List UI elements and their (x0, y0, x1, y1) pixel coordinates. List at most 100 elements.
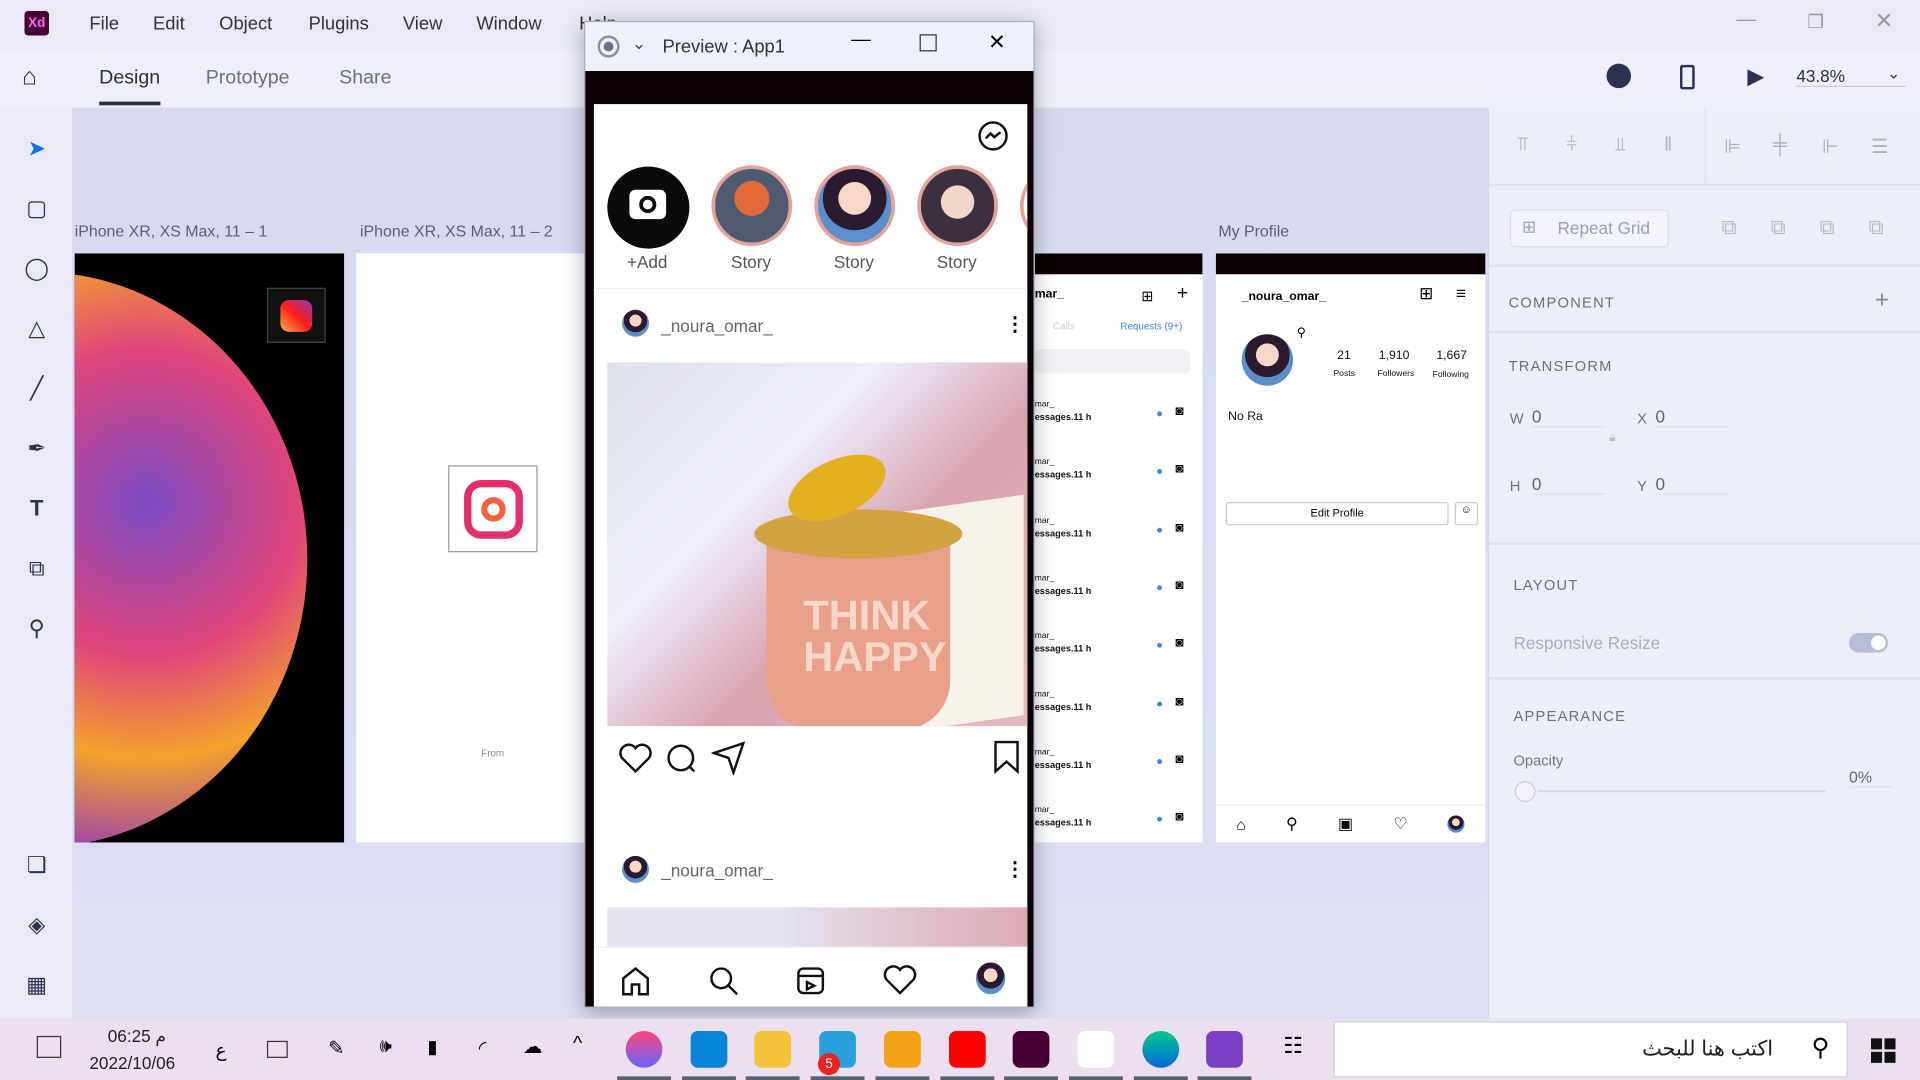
artboard-label[interactable]: iPhone XR, XS Max, 11 – 2 (360, 222, 553, 240)
heart-icon[interactable]: ♡ (1393, 814, 1407, 834)
taskbar-app-paint[interactable] (625, 1031, 663, 1068)
align-middle-icon[interactable]: ⫩ (1566, 135, 1577, 157)
menu-file[interactable]: File (89, 13, 119, 34)
activity-heart-icon[interactable] (883, 964, 917, 996)
notifications-icon[interactable] (36, 1035, 62, 1058)
camera-icon[interactable]: ◙ (1176, 752, 1184, 767)
distribute-vertical-icon[interactable]: ‖ (1664, 135, 1672, 157)
layers-icon[interactable]: ◈ (21, 909, 53, 941)
volume-icon[interactable]: 🕪︎ (380, 1036, 392, 1058)
battery-icon[interactable]: ▮ (427, 1036, 437, 1058)
camera-icon[interactable]: ◙ (1176, 520, 1184, 535)
width-input[interactable]: 0 (1531, 407, 1606, 428)
like-icon[interactable] (618, 742, 652, 774)
zoom-icon[interactable]: ⚲ (21, 612, 53, 644)
artboard-profile[interactable]: _noura_omar_ ⊞ ≡ ⚲ 21 Posts 1,910 Follow… (1215, 253, 1486, 843)
message-row[interactable]: mar_ essages.11 h ◙ (1035, 458, 1203, 487)
language-indicator[interactable]: ع (216, 1040, 227, 1062)
pen-icon[interactable]: ✒ (21, 432, 53, 464)
wifi-icon[interactable]: ◜ (479, 1036, 487, 1060)
windows-start-icon[interactable] (1871, 1038, 1896, 1063)
search-bar[interactable] (1034, 348, 1191, 374)
avatar[interactable] (622, 309, 649, 337)
clock-time[interactable]: 06:25 م (108, 1026, 166, 1047)
tab-prototype[interactable]: Prototype (206, 67, 290, 89)
triangle-icon[interactable]: △ (21, 312, 53, 344)
camera-icon[interactable]: ◙ (1176, 636, 1184, 651)
clock-date[interactable]: 2022/10/06 (89, 1053, 175, 1073)
opacity-input[interactable]: 0% (1848, 768, 1894, 788)
messenger-icon[interactable] (977, 120, 1009, 152)
boolean-add-icon[interactable]: ⧉ (1722, 216, 1737, 240)
taskbar-app-app5[interactable] (883, 1031, 921, 1068)
taskbar-app-visual-studio[interactable] (1206, 1031, 1244, 1068)
opacity-slider-handle[interactable] (1514, 781, 1536, 803)
post-image[interactable]: THINK HAPPY (607, 362, 1028, 727)
camera-icon[interactable]: ◙ (1176, 810, 1184, 825)
artboard-icon[interactable]: ⧉ (21, 552, 53, 584)
edit-profile-button[interactable]: Edit Profile (1225, 502, 1449, 526)
chevron-down-icon[interactable]: ⌄ (632, 33, 646, 54)
opacity-slider[interactable] (1537, 789, 1826, 793)
menu-view[interactable]: View (403, 13, 442, 34)
tab-share[interactable]: Share (339, 67, 391, 89)
artboard-splash[interactable] (74, 253, 345, 843)
align-right-icon[interactable]: ⊩ (1822, 135, 1839, 159)
message-row[interactable]: mar_ essages.11 h ◙ (1035, 574, 1203, 603)
touchpad-icon[interactable] (266, 1040, 288, 1058)
profile-tab-avatar[interactable] (975, 962, 1006, 995)
video-call-icon[interactable]: ⊞ (1141, 288, 1153, 305)
plus-icon[interactable]: + (1177, 283, 1188, 305)
bookmark-icon[interactable] (993, 740, 1020, 774)
x-input[interactable]: 0 (1655, 407, 1729, 428)
minimize-icon[interactable]: — (851, 29, 871, 51)
message-row[interactable]: mar_ essages.11 h ◙ (1035, 516, 1203, 545)
message-row[interactable]: mar_ essages.11 h ◙ (1035, 690, 1203, 719)
calls-tab[interactable]: Calls (1053, 321, 1075, 332)
menu-window[interactable]: Window (476, 13, 541, 34)
artboard-label[interactable]: iPhone XR, XS Max, 11 – 1 (75, 222, 268, 240)
story-avatar[interactable] (917, 165, 998, 247)
chevron-up-icon[interactable]: ^ (573, 1033, 582, 1055)
home-icon[interactable]: ⌂ (22, 64, 37, 92)
search-icon[interactable]: ⚲ (1297, 327, 1306, 340)
camera-icon[interactable]: ◙ (1176, 694, 1184, 709)
menu-icon[interactable]: ≡ (1456, 283, 1466, 303)
message-row[interactable]: mar_ essages.11 h ◙ (1035, 806, 1203, 835)
reels-icon[interactable]: ▣ (1338, 814, 1353, 834)
requests-tab[interactable]: Requests (9+) (1120, 321, 1182, 332)
height-input[interactable]: 0 (1531, 474, 1606, 495)
menu-plugins[interactable]: Plugins (309, 13, 369, 34)
add-post-icon[interactable]: ⊞ (1419, 283, 1433, 304)
more-options-icon[interactable]: ⋮ (1005, 312, 1025, 336)
avatar[interactable] (622, 855, 649, 883)
record-icon[interactable] (597, 35, 620, 58)
rectangle-icon[interactable]: ▢ (21, 192, 53, 224)
lock-aspect-icon[interactable]: 🔒︎ (1609, 431, 1616, 444)
more-options-icon[interactable]: ⋮ (1005, 857, 1025, 881)
task-view-icon[interactable]: ☷ (1283, 1033, 1303, 1059)
pen-icon[interactable]: ✎ (328, 1036, 344, 1060)
story-avatar[interactable] (1020, 165, 1028, 247)
share-icon[interactable] (711, 741, 746, 776)
home-icon[interactable] (620, 965, 652, 997)
text-icon[interactable]: T (21, 492, 53, 524)
taskbar-app-cortana[interactable] (690, 1031, 727, 1068)
taskbar-app-app-face[interactable] (1077, 1031, 1115, 1068)
message-row[interactable]: mar_ essages.11 h ◙ (1035, 400, 1203, 429)
align-center-icon[interactable]: ╪ (1773, 135, 1787, 157)
chevron-down-icon[interactable]: ⌄ (1887, 64, 1900, 84)
y-input[interactable]: 0 (1655, 474, 1729, 495)
align-top-icon[interactable]: ⫪ (1517, 135, 1528, 157)
select-icon[interactable]: ➤ (21, 132, 53, 164)
play-icon[interactable]: ▶ (1747, 64, 1764, 90)
invite-user-icon[interactable] (1606, 63, 1632, 89)
reels-icon[interactable] (795, 965, 827, 997)
add-story-button[interactable] (607, 166, 690, 249)
camera-icon[interactable]: ◙ (1176, 578, 1184, 593)
artboard-login[interactable]: From (356, 253, 589, 843)
taskbar-app-xd[interactable] (1012, 1031, 1050, 1068)
avatar[interactable] (1447, 815, 1466, 833)
search-box[interactable]: اكتب هنا للبحث ⚲ (1333, 1021, 1848, 1078)
menu-object[interactable]: Object (219, 13, 272, 34)
